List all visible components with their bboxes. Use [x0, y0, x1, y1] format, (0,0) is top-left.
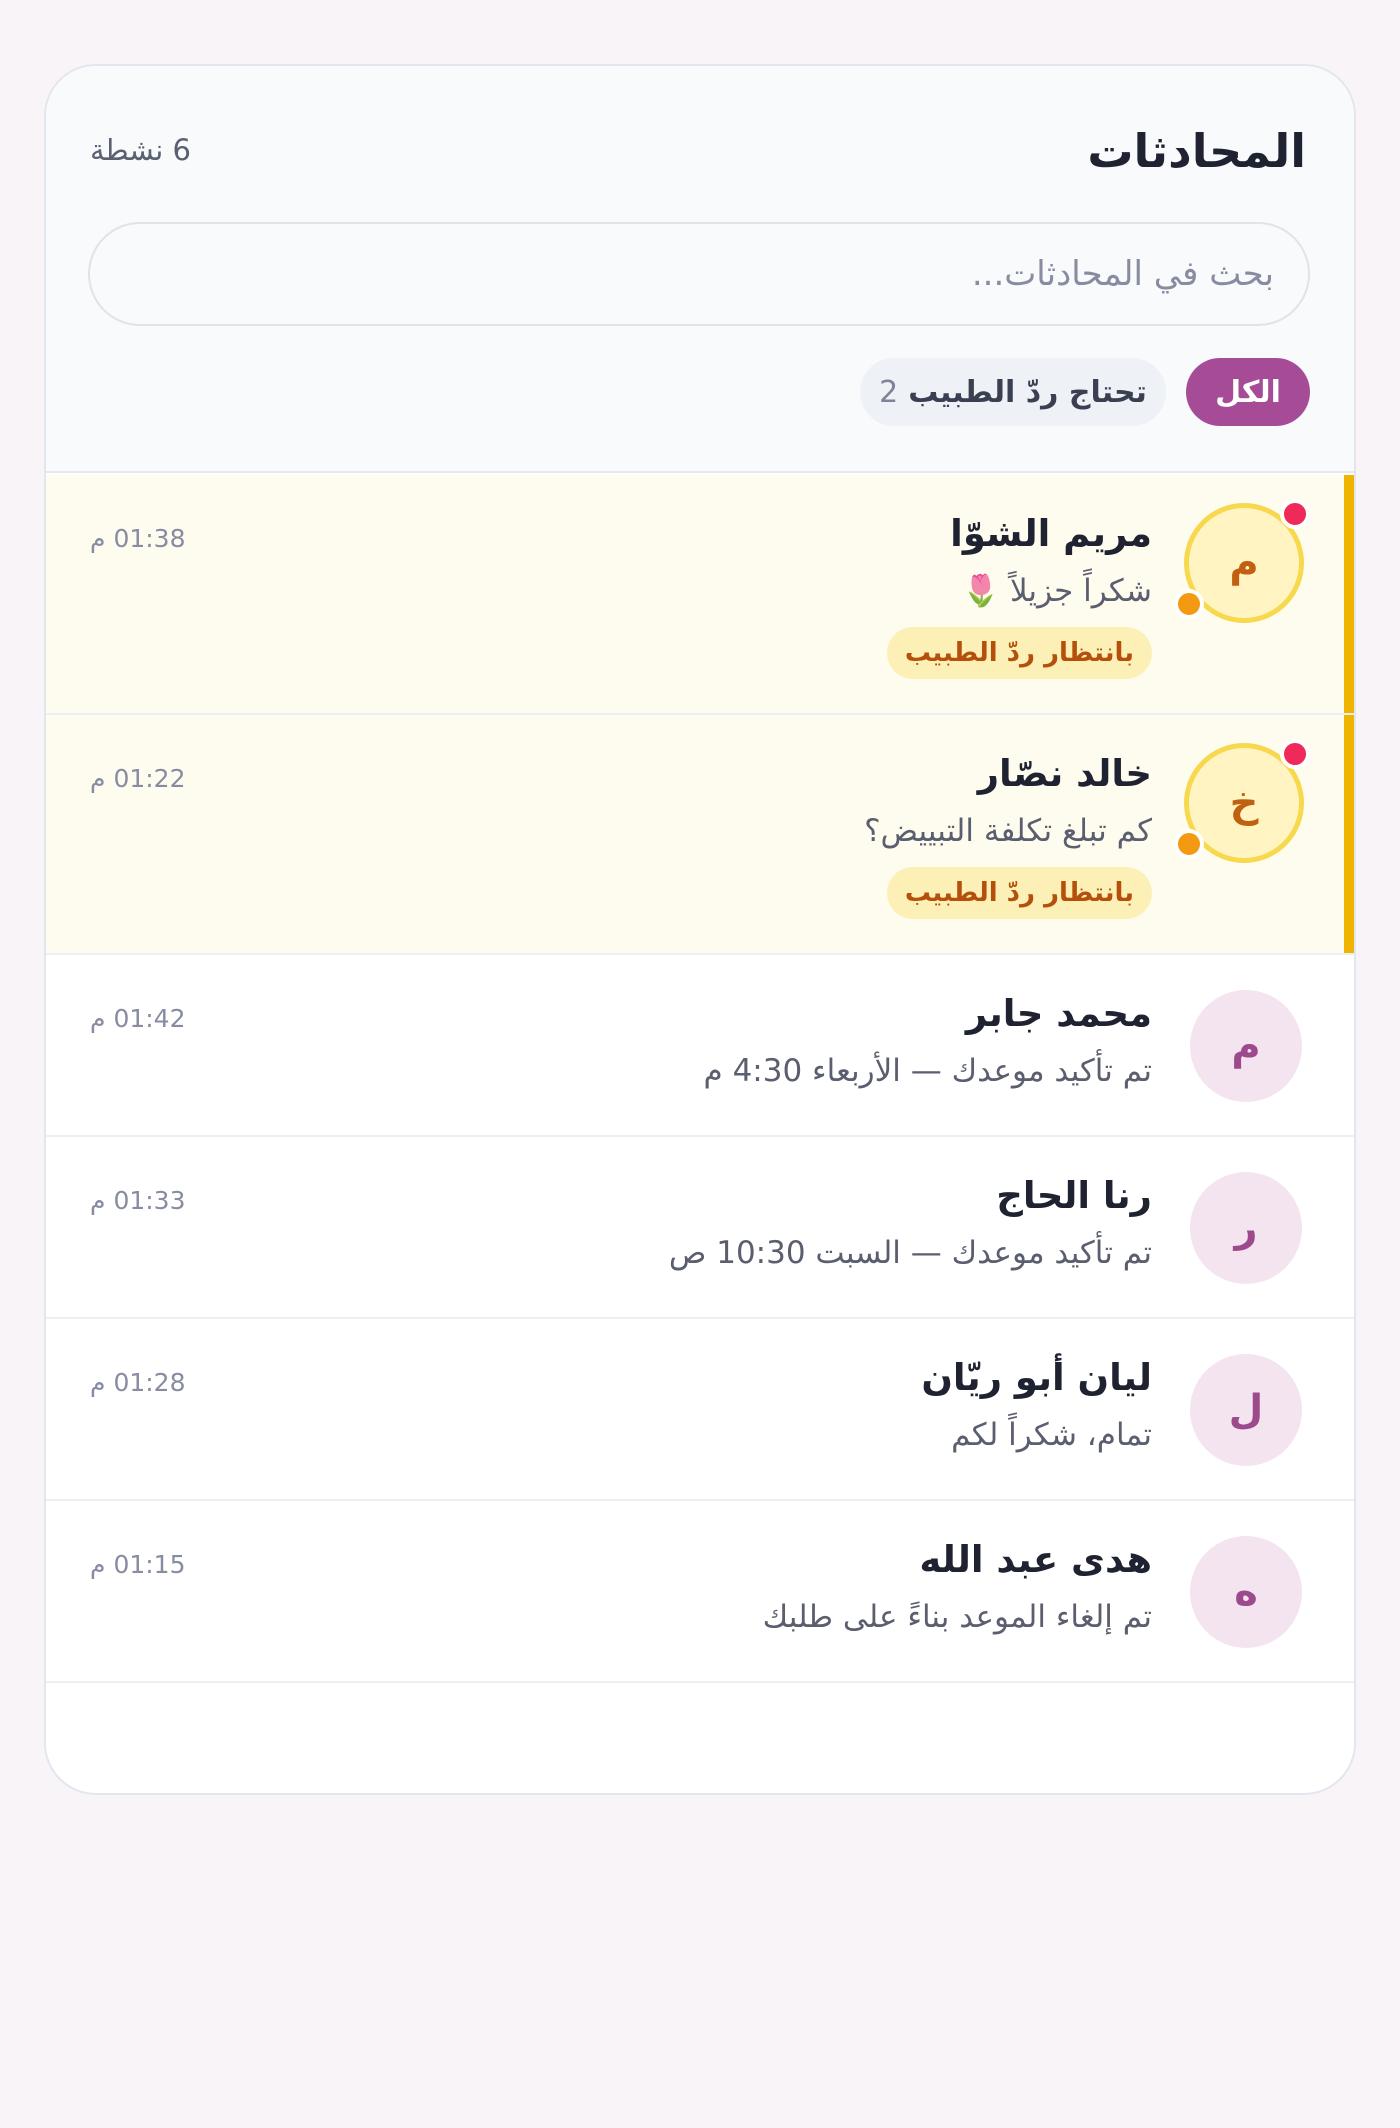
conversation-row[interactable]: ه هدى عبد الله تم إلغاء الموعد بناءً على… — [46, 1501, 1354, 1683]
filter-tabs: الكل تحتاج ردّ الطبيب 2 — [860, 358, 1310, 426]
pending-indicator-bar — [1344, 715, 1354, 953]
message-preview: تم تأكيد موعدك — الأربعاء 4:30 م — [703, 1053, 1152, 1089]
unread-dot-icon — [1280, 499, 1310, 529]
search-input[interactable] — [88, 222, 1310, 326]
message-time: 01:28 م — [90, 1368, 186, 1397]
page-title: المحادثات — [1087, 124, 1306, 178]
contact-name: ليان أبو ريّان — [921, 1356, 1152, 1399]
conversation-row[interactable]: خ خالد نصّار كم تبلغ تكلفة التبييض؟ بانت… — [46, 715, 1354, 955]
message-time: 01:42 م — [90, 1004, 186, 1033]
contact-name: مريم الشوّا — [950, 512, 1152, 555]
conversation-row[interactable]: م مريم الشوّا شكراً جزيلاً 🌷 بانتظار ردّ… — [46, 475, 1354, 715]
status-badge: بانتظار ردّ الطبيب — [886, 867, 1152, 919]
filter-needs-reply-button[interactable]: تحتاج ردّ الطبيب 2 — [860, 358, 1166, 426]
unread-dot-icon — [1280, 739, 1310, 769]
avatar: ل — [1190, 1354, 1302, 1466]
filter-all-button[interactable]: الكل — [1186, 358, 1310, 426]
avatar-initial: م — [1229, 540, 1259, 586]
message-preview: تم إلغاء الموعد بناءً على طلبك — [762, 1599, 1152, 1635]
filter-needs-reply-count: 2 — [879, 374, 899, 410]
message-time: 01:38 م — [90, 524, 186, 553]
message-time: 01:15 م — [90, 1550, 186, 1579]
contact-name: رنا الحاج — [996, 1174, 1152, 1217]
avatar-initial: ل — [1228, 1387, 1264, 1433]
status-dot-icon — [1174, 829, 1204, 859]
message-preview: كم تبلغ تكلفة التبييض؟ — [864, 813, 1152, 849]
message-preview: تمام، شكراً لكم — [951, 1417, 1152, 1453]
avatar-initial: م — [1231, 1023, 1261, 1069]
status-dot-icon — [1174, 589, 1204, 619]
active-count: 6 نشطة — [90, 133, 191, 167]
message-time: 01:33 م — [90, 1186, 186, 1215]
conversation-row[interactable]: ر رنا الحاج تم تأكيد موعدك — السبت 10:30… — [46, 1137, 1354, 1319]
avatar-initial: خ — [1229, 780, 1259, 826]
conversation-list: م مريم الشوّا شكراً جزيلاً 🌷 بانتظار ردّ… — [46, 475, 1354, 1683]
message-preview-text: شكراً جزيلاً — [1009, 573, 1152, 609]
avatar-initial: ه — [1234, 1569, 1258, 1615]
filter-all-label: الكل — [1215, 374, 1281, 410]
contact-name: محمد جابر — [965, 992, 1152, 1035]
conversation-row[interactable]: م محمد جابر تم تأكيد موعدك — الأربعاء 4:… — [46, 955, 1354, 1137]
message-time: 01:22 م — [90, 764, 186, 793]
panel-header: المحادثات 6 نشطة الكل تحتاج ردّ الطبيب 2 — [46, 66, 1354, 473]
avatar: ه — [1190, 1536, 1302, 1648]
tulip-icon: 🌷 — [961, 573, 1001, 609]
conversations-panel: المحادثات 6 نشطة الكل تحتاج ردّ الطبيب 2… — [44, 64, 1356, 1795]
contact-name: هدى عبد الله — [919, 1538, 1152, 1581]
pending-indicator-bar — [1344, 475, 1354, 713]
conversation-row[interactable]: ل ليان أبو ريّان تمام، شكراً لكم 01:28 م — [46, 1319, 1354, 1501]
message-preview: تم تأكيد موعدك — السبت 10:30 ص — [668, 1235, 1152, 1271]
message-preview: شكراً جزيلاً 🌷 — [961, 571, 1152, 611]
contact-name: خالد نصّار — [977, 752, 1152, 795]
filter-needs-reply-label: تحتاج ردّ الطبيب — [908, 374, 1147, 410]
status-badge: بانتظار ردّ الطبيب — [886, 627, 1152, 679]
avatar-initial: ر — [1234, 1205, 1258, 1251]
avatar: ر — [1190, 1172, 1302, 1284]
avatar: م — [1190, 990, 1302, 1102]
